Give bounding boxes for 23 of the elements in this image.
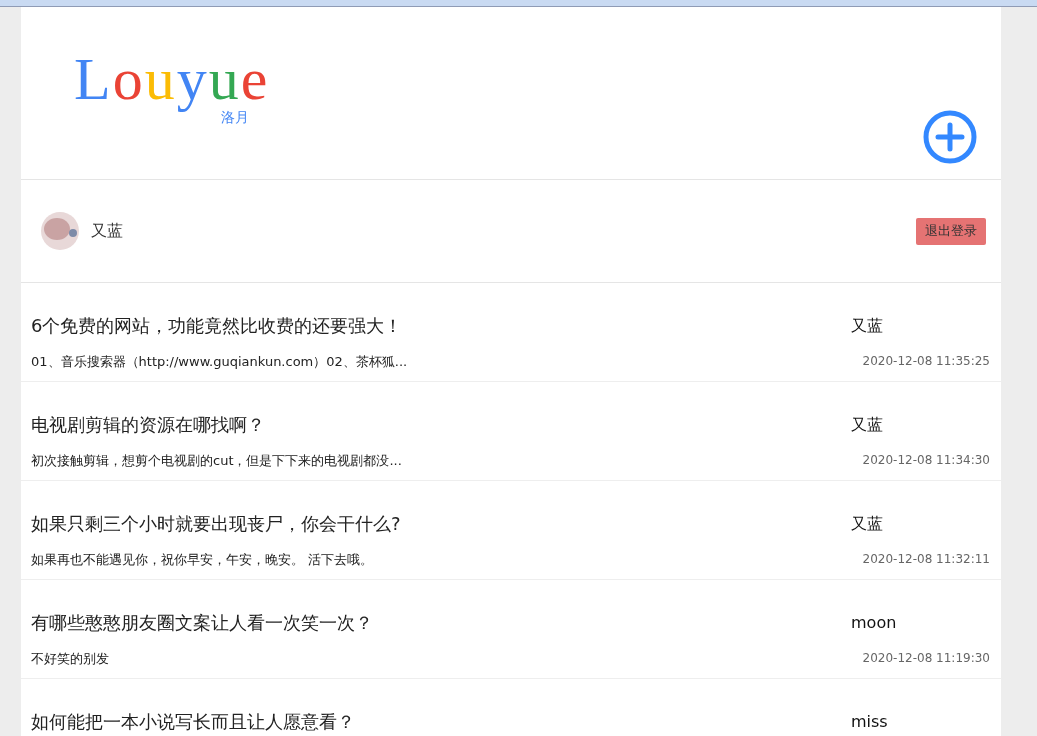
post-time: 2020-12-08 11:19:30 bbox=[862, 650, 990, 667]
logout-button[interactable]: 退出登录 bbox=[916, 217, 986, 245]
post-author: 又蓝 bbox=[851, 315, 884, 337]
post-author: 又蓝 bbox=[851, 414, 884, 436]
avatar bbox=[41, 212, 79, 250]
user-name: 又蓝 bbox=[91, 220, 123, 242]
post-time: 2020-12-08 11:34:30 bbox=[862, 452, 990, 469]
post-time: 2020-12-08 11:32:11 bbox=[862, 551, 990, 568]
post-excerpt: 初次接触剪辑，想剪个电视剧的cut，但是下下来的电视剧都没... bbox=[31, 452, 402, 470]
post-excerpt: 01、音乐搜索器（http://www.guqiankun.com）02、茶杯狐... bbox=[31, 353, 408, 371]
post-excerpt: 不好笑的别发 bbox=[31, 650, 109, 668]
post-excerpt: 如果再也不能遇见你，祝你早安，午安，晚安。 活下去哦。 bbox=[31, 551, 374, 569]
post-title[interactable]: 电视剧剪辑的资源在哪找啊？ bbox=[31, 413, 265, 437]
post-title[interactable]: 如果只剩三个小时就要出现丧尸，你会干什么? bbox=[31, 512, 401, 536]
post-title[interactable]: 有哪些憨憨朋友圈文案让人看一次笑一次？ bbox=[31, 611, 373, 635]
post-time: 2020-12-08 11:35:25 bbox=[862, 353, 990, 370]
post-author: moon bbox=[851, 612, 898, 634]
add-icon[interactable] bbox=[923, 110, 977, 164]
post-title[interactable]: 如何能把一本小说写长而且让人愿意看？ bbox=[31, 710, 355, 734]
logo-subtitle: 洛月 bbox=[221, 108, 250, 127]
post-author: miss bbox=[851, 711, 889, 733]
post-author: 又蓝 bbox=[851, 513, 884, 535]
post-title[interactable]: 6个免费的网站，功能竟然比收费的还要强大！ bbox=[31, 314, 403, 338]
